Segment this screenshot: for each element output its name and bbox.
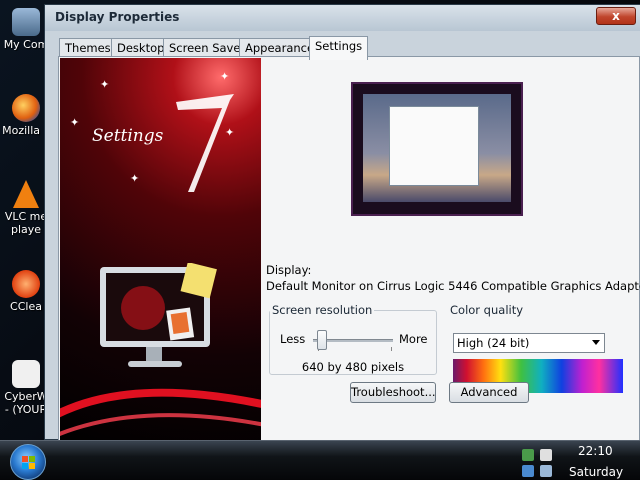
display-properties-dialog: Display Properties x Themes Desktop Scre… — [44, 4, 640, 442]
settings-banner: ✦ ✦ ✦ ✦ ✦ Settings — [60, 58, 261, 442]
settings-panel: ✦ ✦ ✦ ✦ ✦ Settings Display: Default Moni… — [58, 56, 640, 442]
dropdown-arrow-icon — [592, 340, 600, 345]
tab-desktop[interactable]: Desktop — [111, 38, 171, 58]
cyberwar-icon — [12, 360, 40, 388]
color-quality-select[interactable]: High (24 bit) — [453, 333, 605, 353]
title-bar[interactable]: Display Properties x — [45, 5, 640, 31]
vlc-icon — [13, 180, 39, 208]
display-icon[interactable] — [522, 465, 534, 477]
resolution-value: 640 by 480 pixels — [301, 360, 405, 374]
tab-themes[interactable]: Themes — [59, 38, 117, 58]
display-label: Display: — [266, 263, 312, 277]
firefox-icon — [12, 94, 40, 122]
color-quality-group: Color quality High (24 bit) — [448, 303, 628, 393]
screen-resolution-legend: Screen resolution — [272, 303, 373, 317]
color-quality-value: High (24 bit) — [457, 336, 530, 350]
clock-day[interactable]: Saturday — [569, 465, 623, 479]
close-button[interactable]: x — [596, 7, 636, 25]
star-icon: ✦ — [130, 172, 140, 185]
resolution-more-label: More — [399, 332, 428, 346]
star-icon: ✦ — [220, 70, 230, 83]
monitor-preview — [351, 82, 523, 216]
network-icon[interactable] — [522, 449, 534, 461]
display-adapter-value: Default Monitor on Cirrus Logic 5446 Com… — [266, 279, 640, 293]
volume-icon[interactable] — [540, 465, 552, 477]
tab-screen-saver[interactable]: Screen Saver — [163, 38, 252, 58]
preview-screen — [363, 94, 511, 202]
ccleaner-icon — [12, 270, 40, 298]
clock-time[interactable]: 22:10 — [578, 444, 613, 458]
advanced-button[interactable]: Advanced — [449, 382, 529, 403]
troubleshoot-button[interactable]: Troubleshoot... — [350, 382, 436, 403]
preview-window — [389, 106, 479, 186]
dialog-title: Display Properties — [55, 10, 180, 24]
my-computer-icon — [12, 8, 40, 36]
system-tray — [518, 445, 558, 479]
tab-settings[interactable]: Settings — [309, 36, 369, 60]
windows-logo-icon — [22, 456, 35, 469]
swoosh-graphic — [60, 388, 261, 437]
star-icon: ✦ — [225, 126, 235, 139]
monitor-illustration — [100, 263, 217, 367]
taskbar: 22:10 Saturday — [0, 440, 640, 480]
star-icon: ✦ — [70, 116, 80, 129]
close-icon: x — [612, 9, 620, 23]
resolution-less-label: Less — [280, 332, 306, 346]
color-quality-legend: Color quality — [450, 303, 524, 317]
banner-title: Settings — [92, 126, 164, 146]
seven-logo — [176, 94, 234, 192]
start-button[interactable] — [10, 444, 46, 480]
security-icon[interactable] — [540, 449, 552, 461]
screen-resolution-group: Screen resolution Less More 640 by 480 p… — [269, 303, 437, 375]
star-icon: ✦ — [100, 78, 110, 91]
tab-appearance[interactable]: Appearance — [239, 38, 321, 58]
resolution-slider-ticks — [318, 347, 392, 351]
resolution-slider-thumb[interactable] — [317, 330, 327, 350]
